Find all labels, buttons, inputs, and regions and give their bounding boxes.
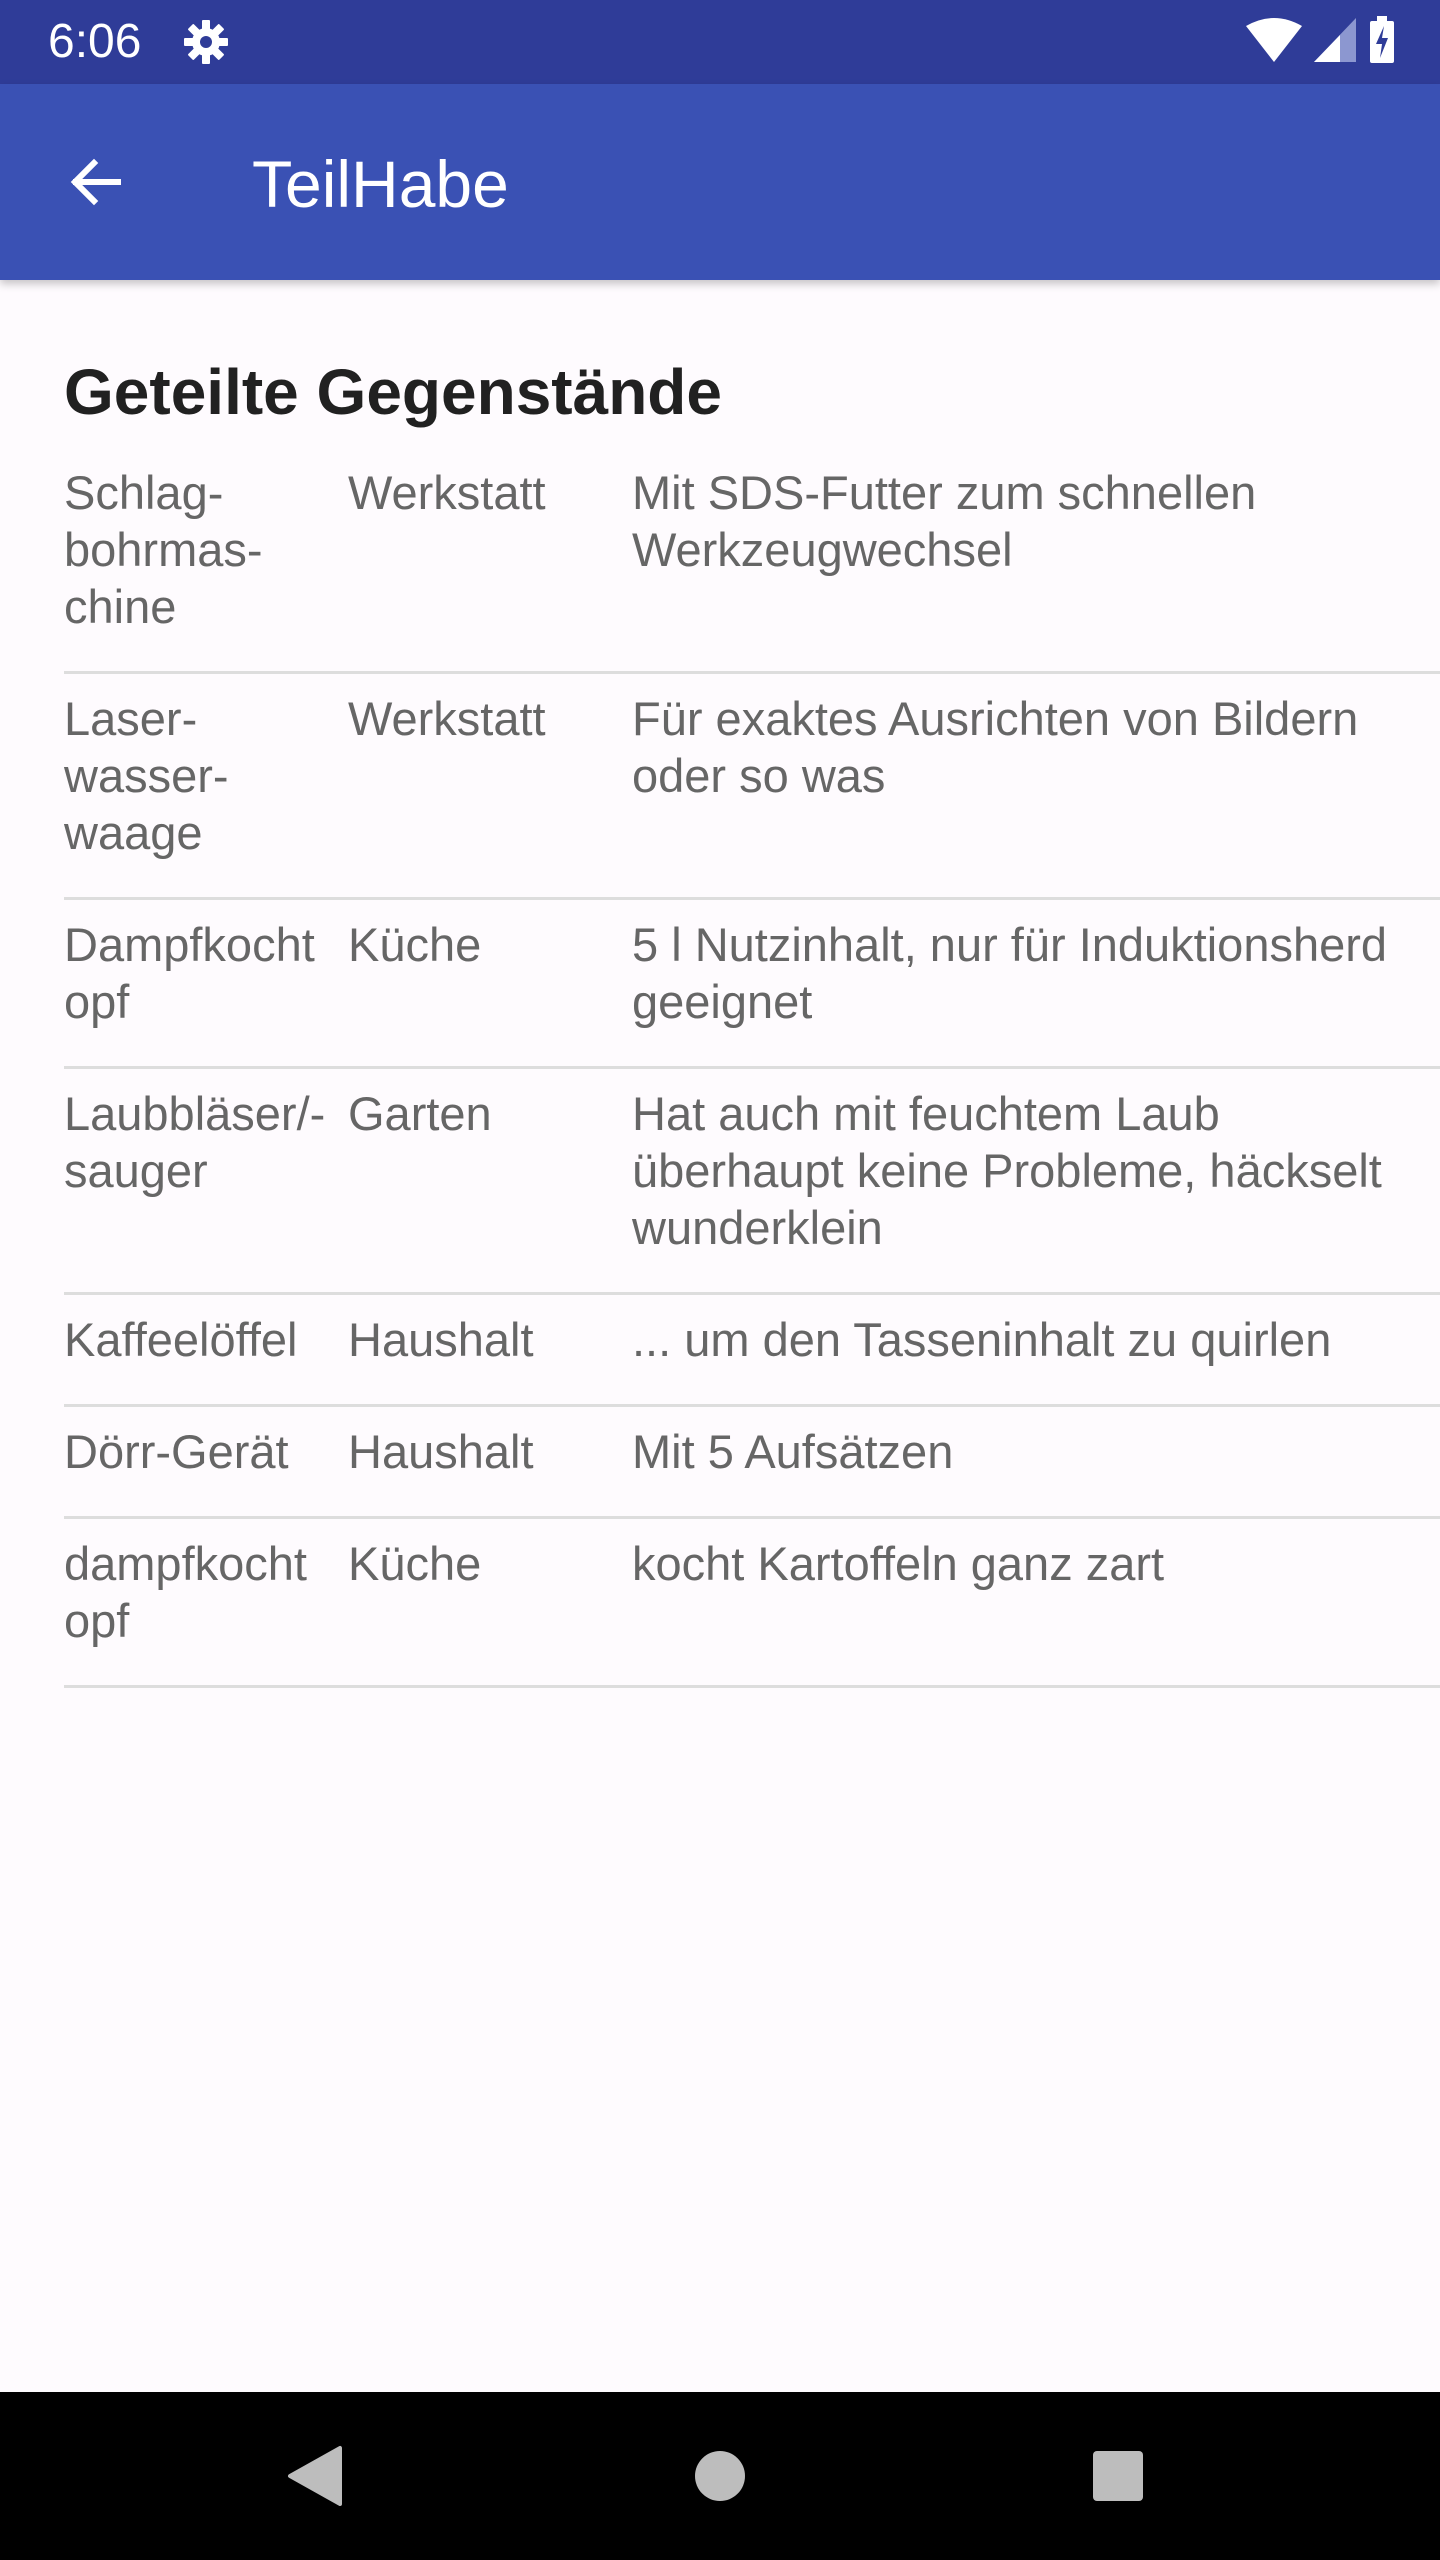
item-name: Laubbläser/- sauger — [64, 1087, 326, 1197]
battery-icon — [1368, 15, 1396, 69]
signal-icon — [1314, 17, 1356, 67]
item-description: Mit 5 Aufsätzen — [632, 1425, 954, 1478]
gear-icon — [182, 18, 230, 66]
item-description: Für exaktes Ausrichten von Bildern oder … — [632, 692, 1359, 802]
section-title: Geteilte Gegenstände — [64, 356, 722, 428]
navigation-bar — [0, 2392, 1440, 2560]
list-item[interactable]: Dörr-Gerät Haushalt Mit 5 Aufsätzen — [64, 1407, 1440, 1519]
item-description: Mit SDS-Futter zum schnellen Werkzeugwec… — [632, 466, 1257, 576]
item-name: Schlag- bohrmas- chine — [64, 466, 263, 633]
item-name: dampfkocht opf — [64, 1537, 307, 1647]
item-room: Werkstatt — [348, 692, 546, 745]
item-description: Hat auch mit feuchtem Laub überhaupt kei… — [632, 1087, 1382, 1254]
item-room: Haushalt — [348, 1313, 534, 1366]
app-title: TeilHabe — [252, 147, 509, 221]
list-item[interactable]: dampfkocht opf Küche kocht Kartoffeln ga… — [64, 1519, 1440, 1688]
item-description: kocht Kartoffeln ganz zart — [632, 1537, 1165, 1590]
list-item[interactable]: Laser- wasser- waage Werkstatt Für exakt… — [64, 674, 1440, 900]
status-bar: 6:06 — [0, 0, 1440, 84]
item-room: Garten — [348, 1087, 492, 1140]
item-name: Dörr-Gerät — [64, 1425, 289, 1478]
item-room: Küche — [348, 1537, 482, 1590]
item-description: 5 l Nutzinhalt, nur für Induktionsherd g… — [632, 918, 1388, 1028]
wifi-icon — [1246, 17, 1302, 67]
recents-square-icon — [1093, 2451, 1143, 2501]
list-item[interactable]: Laubbläser/- sauger Garten Hat auch mit … — [64, 1069, 1440, 1295]
app-bar: TeilHabe — [0, 84, 1440, 280]
back-triangle-icon — [288, 2446, 342, 2506]
list-item[interactable]: Kaffeelöffel Haushalt ... um den Tasseni… — [64, 1295, 1440, 1407]
item-room: Werkstatt — [348, 466, 546, 519]
status-time: 6:06 — [48, 15, 142, 68]
item-room: Haushalt — [348, 1425, 534, 1478]
list-item[interactable]: Schlag- bohrmas- chine Werkstatt Mit SDS… — [64, 448, 1440, 674]
arrow-back-icon — [70, 158, 121, 206]
item-name: Dampfkocht opf — [64, 918, 315, 1028]
item-name: Kaffeelöffel — [64, 1313, 298, 1366]
content-area: Geteilte Gegenstände Schlag- bohrmas- ch… — [64, 280, 1440, 1688]
home-circle-icon — [695, 2451, 745, 2501]
list-item[interactable]: Dampfkocht opf Küche 5 l Nutzinhalt, nur… — [64, 900, 1440, 1069]
back-button[interactable] — [48, 134, 144, 230]
item-description: ... um den Tasseninhalt zu quirlen — [632, 1313, 1332, 1366]
nav-back-button[interactable] — [278, 2438, 354, 2514]
items-list: Schlag- bohrmas- chine Werkstatt Mit SDS… — [64, 448, 1440, 1688]
item-name: Laser- wasser- waage — [64, 692, 229, 859]
nav-home-button[interactable] — [682, 2438, 758, 2514]
nav-recents-button[interactable] — [1080, 2438, 1156, 2514]
status-icons — [1246, 15, 1396, 69]
item-room: Küche — [348, 918, 482, 971]
